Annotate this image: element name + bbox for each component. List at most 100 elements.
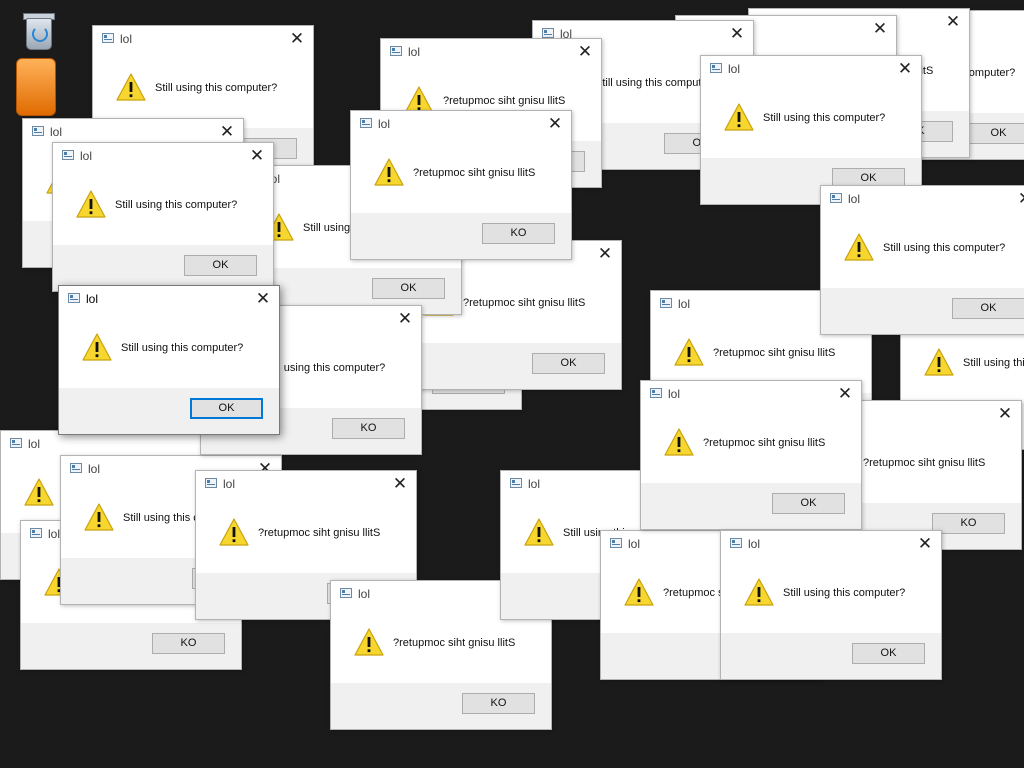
close-icon[interactable]: ✕ (835, 384, 855, 404)
dialog-footer: OK (59, 388, 279, 434)
warning-icon (23, 477, 55, 507)
close-icon[interactable]: ✕ (915, 534, 935, 554)
dialog-title: lol (48, 527, 61, 541)
dialog-body: Still using this computer? (821, 212, 1024, 290)
dialog-message: Still using this computer? (595, 77, 718, 89)
window-icon (542, 28, 554, 38)
dialog-title: lol (668, 387, 681, 401)
window-icon (32, 126, 44, 136)
dialog-title: lol (678, 297, 691, 311)
ok-button[interactable]: OK (184, 255, 257, 276)
close-icon[interactable]: ✕ (287, 29, 307, 49)
close-icon[interactable]: ✕ (253, 289, 273, 309)
warning-icon (743, 577, 775, 607)
dialog-title: lol (408, 45, 421, 59)
window-icon (70, 463, 82, 473)
message-dialog[interactable]: lol✕Still using this computer? OK (820, 185, 1024, 335)
close-icon[interactable]: ✕ (545, 114, 565, 134)
warning-icon (83, 502, 115, 532)
dialog-title: lol (28, 437, 41, 451)
close-icon[interactable]: ✕ (943, 12, 963, 32)
recycle-bin-icon[interactable] (18, 8, 58, 52)
dialog-message: Still using this computer? (155, 82, 278, 94)
close-icon[interactable]: ✕ (595, 244, 615, 264)
close-icon[interactable]: ✕ (217, 122, 237, 142)
window-icon (730, 538, 742, 548)
dialog-title: lol (120, 32, 133, 46)
dialog-title: lol (88, 462, 101, 476)
dialog-title-bar[interactable]: lol ✕ (641, 381, 861, 407)
dialog-message: ?retupmoc siht gnisu llitS (863, 457, 986, 469)
ok-button[interactable]: KO (332, 418, 405, 439)
ok-button[interactable]: KO (152, 633, 225, 654)
warning-icon (843, 232, 875, 262)
window-icon (360, 118, 372, 128)
dialog-message: ?retupmoc siht gnisu llitS (463, 297, 586, 309)
window-icon (610, 538, 622, 548)
dialog-message: ?retupmoc siht gnisu llitS (443, 95, 566, 107)
ok-button[interactable]: OK (952, 298, 1024, 319)
close-icon[interactable]: ✕ (895, 59, 915, 79)
dialog-title-bar[interactable]: lol ✕ (721, 531, 941, 557)
window-icon (205, 478, 217, 488)
close-icon[interactable]: ✕ (247, 146, 267, 166)
message-dialog[interactable]: lol ✕ ?retupmoc siht gnisu llitS KO (350, 110, 572, 260)
dialog-title-bar[interactable]: lol ✕ (351, 111, 571, 137)
close-icon[interactable]: ✕ (727, 24, 747, 44)
dialog-title-bar[interactable]: lol ✕ (701, 56, 921, 82)
close-icon[interactable]: ✕ (995, 404, 1015, 424)
dialog-body: Still using this computer? (721, 557, 941, 635)
dialog-title-bar[interactable]: lol ✕ (59, 286, 279, 312)
ok-button[interactable]: KO (482, 223, 555, 244)
dialog-body: ?retupmoc siht gnisu llitS (351, 137, 571, 215)
dialog-message: Still using this computer? (783, 587, 906, 599)
close-icon[interactable]: ✕ (1015, 189, 1024, 209)
window-icon (340, 588, 352, 598)
dialog-message: Still using this computer? (115, 199, 238, 211)
desktop: lol ✕ Still using this computer? OK lol ✕ ?ret… (0, 0, 1024, 768)
warning-icon (663, 427, 695, 457)
dialog-body: ?retupmoc siht gnisu llitS (196, 497, 416, 575)
window-icon (390, 46, 402, 56)
window-icon (650, 388, 662, 398)
dialog-message: ?retupmoc siht gnisu llitS (413, 167, 536, 179)
close-icon[interactable]: ✕ (390, 474, 410, 494)
dialog-title-bar[interactable]: lol ✕ (196, 471, 416, 497)
dialog-footer: KO (21, 623, 241, 669)
close-icon[interactable]: ✕ (575, 42, 595, 62)
app-shortcut-icon[interactable] (16, 58, 56, 116)
message-dialog[interactable]: lol✕Still using this computer?OK (58, 285, 280, 435)
window-icon (710, 63, 722, 73)
dialog-title-bar[interactable]: lol ✕ (53, 143, 273, 169)
message-dialog[interactable]: lol ✕ ?retupmoc siht gnisu llitS OK (640, 380, 862, 530)
ok-button[interactable]: OK (372, 278, 445, 299)
message-dialog[interactable]: lol✕Still using this computer?OK (700, 55, 922, 205)
ok-button[interactable]: KO (462, 693, 535, 714)
close-icon[interactable]: ✕ (395, 309, 415, 329)
message-dialog[interactable]: lol ✕ Still using this computer? OK (720, 530, 942, 680)
ok-button[interactable]: KO (932, 513, 1005, 534)
window-icon (102, 33, 114, 43)
window-icon (10, 438, 22, 448)
dialog-title: lol (358, 587, 371, 601)
ok-button[interactable]: OK (772, 493, 845, 514)
dialog-body: ?retupmoc siht gnisu llitS (641, 407, 861, 485)
window-icon (62, 150, 74, 160)
dialog-footer: OK (401, 343, 621, 389)
ok-button[interactable]: OK (190, 398, 263, 419)
dialog-title-bar[interactable]: lol ✕ (381, 39, 601, 65)
dialog-title: lol (748, 537, 761, 551)
ok-button[interactable]: OK (962, 123, 1024, 144)
message-dialog[interactable]: lol✕ Still using this computer? OK (52, 142, 274, 292)
window-icon (30, 528, 42, 538)
ok-button[interactable]: OK (532, 353, 605, 374)
dialog-message: ?retupmoc siht gnisu llitS (713, 347, 836, 359)
dialog-title-bar[interactable]: lol ✕ (821, 186, 1024, 212)
dialog-title: lol (50, 125, 63, 139)
dialog-footer: OK (821, 288, 1024, 334)
ok-button[interactable]: OK (852, 643, 925, 664)
dialog-title-bar[interactable]: lol ✕ (93, 26, 313, 52)
warning-icon (115, 72, 147, 102)
close-icon[interactable]: ✕ (870, 19, 890, 39)
warning-icon (723, 102, 755, 132)
